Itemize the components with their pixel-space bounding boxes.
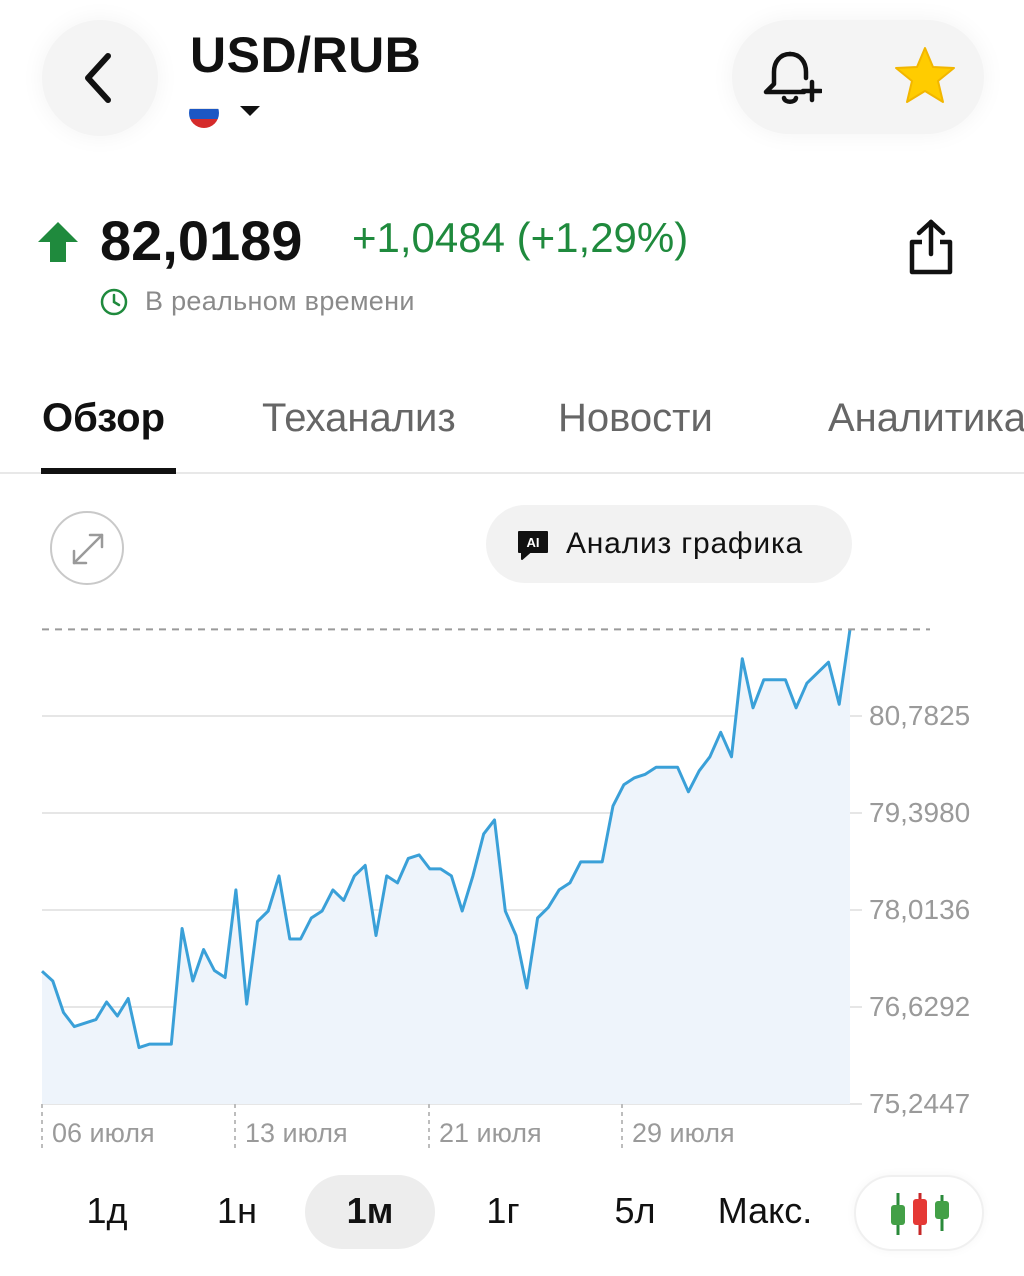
- chart-type-button[interactable]: [854, 1175, 984, 1251]
- tab-overview[interactable]: Обзор: [42, 396, 165, 441]
- realtime-label: В реальном времени: [145, 286, 415, 316]
- back-button[interactable]: [42, 20, 158, 136]
- y-tick-label: 76,6292: [869, 990, 971, 1022]
- tab-technical-analysis[interactable]: Теханализ: [262, 396, 456, 441]
- chevron-left-icon: [85, 53, 111, 103]
- ai-badge: AI: [527, 535, 540, 550]
- range-button-5[interactable]: Макс.: [705, 1190, 825, 1232]
- active-tab-indicator: [41, 468, 176, 474]
- star-icon[interactable]: [892, 44, 958, 108]
- instrument-title: USD/RUB: [190, 27, 422, 83]
- tab-news[interactable]: Новости: [558, 396, 713, 441]
- current-price: 82,0189: [100, 209, 303, 272]
- candlestick-icon: [891, 1193, 949, 1235]
- range-button-0[interactable]: 1д: [62, 1190, 152, 1232]
- arrow-up-icon: [38, 222, 78, 262]
- y-tick-label: 80,7825: [869, 700, 971, 731]
- chart-analysis-label: Анализ графика: [566, 527, 804, 560]
- x-tick-label: 06 июля: [52, 1118, 155, 1148]
- bell-plus-icon[interactable]: [758, 48, 822, 108]
- price-area: [42, 629, 850, 1104]
- header-actions: [732, 20, 984, 134]
- share-icon[interactable]: [906, 218, 956, 276]
- range-button-4[interactable]: 5л: [590, 1190, 680, 1232]
- price-change: +1,0484 (+1,29%): [352, 214, 689, 261]
- y-tick-label: 75,2447: [869, 1088, 971, 1119]
- price-chart[interactable]: [0, 600, 1024, 1160]
- ai-chat-icon: AI: [518, 531, 548, 560]
- clock-icon: [100, 288, 128, 316]
- y-tick-label: 78,0136: [869, 894, 971, 925]
- range-button-2[interactable]: 1м: [325, 1190, 415, 1232]
- expand-chart-button[interactable]: [50, 511, 124, 585]
- chevron-down-icon[interactable]: [240, 106, 260, 116]
- x-tick-label: 29 июля: [632, 1118, 735, 1148]
- range-button-1[interactable]: 1н: [192, 1190, 282, 1232]
- x-tick-label: 21 июля: [439, 1118, 542, 1148]
- x-tick-label: 13 июля: [245, 1118, 348, 1148]
- range-button-3[interactable]: 1г: [458, 1190, 548, 1232]
- y-tick-label: 79,3980: [869, 797, 971, 828]
- tab-analytics[interactable]: Аналитика: [828, 396, 1024, 441]
- expand-icon: [72, 533, 104, 565]
- russia-flag-icon[interactable]: [189, 98, 219, 128]
